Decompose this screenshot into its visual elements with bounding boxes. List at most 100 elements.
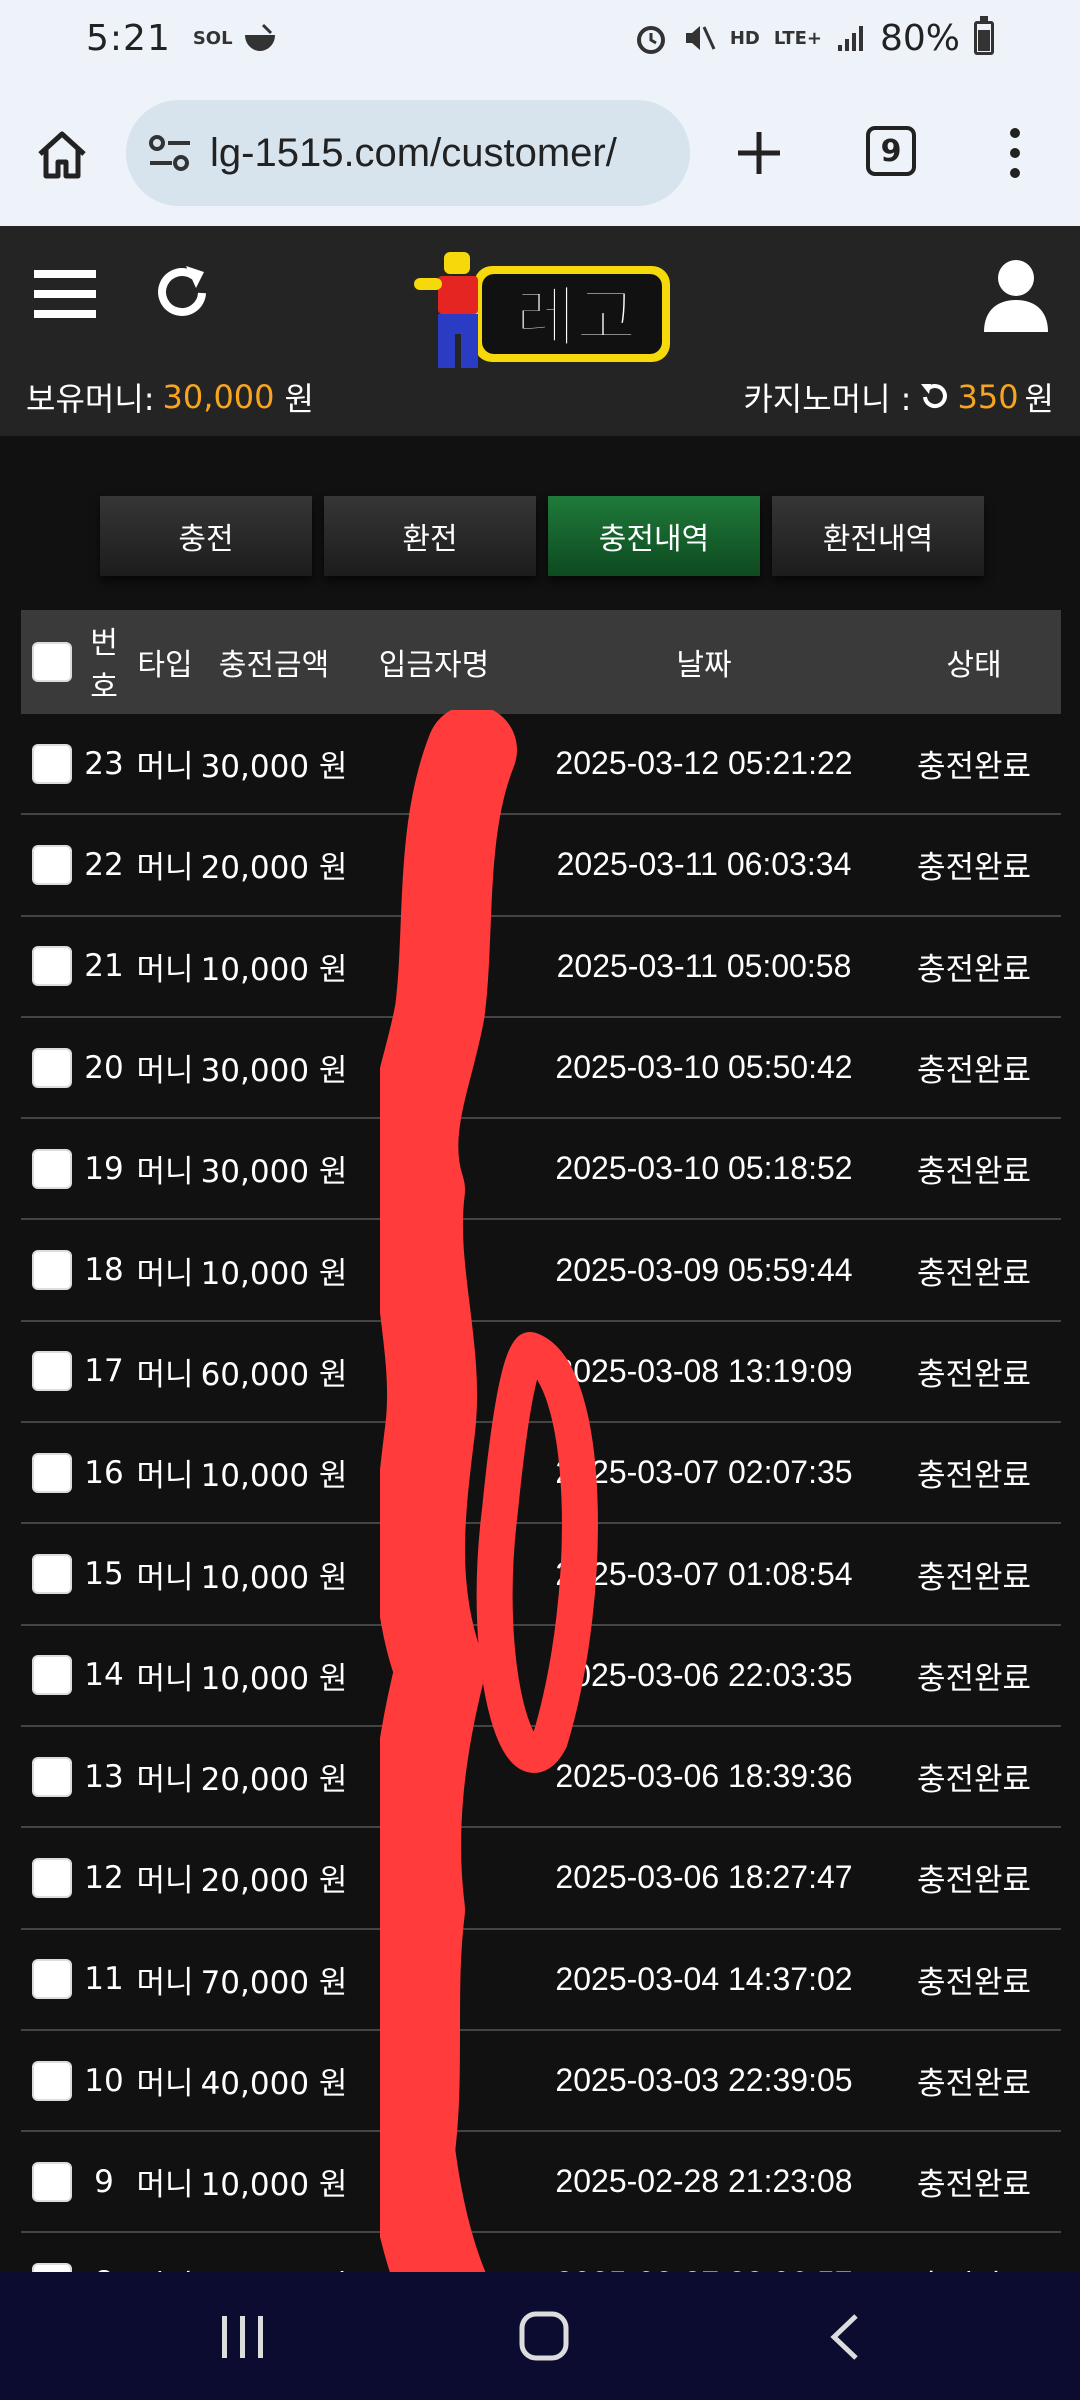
mute-icon	[682, 21, 716, 55]
row-amount: 30,000 원	[200, 749, 348, 786]
table-row[interactable]: 16 머니 10,000 원 2025-03-07 02:07:35 충전완료	[21, 1423, 1061, 1525]
tab-charge[interactable]: 충전	[100, 496, 312, 576]
food-app-icon	[243, 23, 277, 53]
table-row[interactable]: 14 머니 10,000 원 2025-03-06 22:03:35 충전완료	[21, 1626, 1061, 1727]
row-amount: 10,000 원	[200, 2167, 348, 2204]
row-no: 20	[84, 1049, 124, 1086]
table-row[interactable]: 21 머니 10,000 원 2025-03-11 05:00:58 충전완료	[21, 917, 1061, 1018]
more-menu-icon[interactable]	[1000, 126, 1030, 180]
row-checkbox[interactable]	[32, 1351, 72, 1392]
table-row[interactable]: 17 머니 60,000 원 2025-03-08 13:19:09 충전완료	[21, 1322, 1061, 1424]
row-checkbox[interactable]	[32, 1452, 72, 1493]
row-amount: 40,000 원	[200, 2066, 348, 2102]
table-row[interactable]: 10 머니 40,000 원 2025-03-03 22:39:05 충전완료	[21, 2031, 1061, 2133]
header-date: 날짜	[676, 648, 732, 683]
table-row[interactable]: 11 머니 70,000 원 2025-03-04 14:37:02 충전완료	[21, 1930, 1061, 2031]
row-no: 17	[84, 1353, 124, 1390]
alarm-icon	[634, 21, 668, 55]
table-row[interactable]: 12 머니 20,000 원 2025-03-06 18:27:47 충전완료	[21, 1828, 1061, 1930]
menu-icon[interactable]	[34, 266, 98, 322]
row-no: 23	[84, 745, 124, 782]
row-checkbox[interactable]	[32, 1047, 72, 1088]
row-amount: 30,000 원	[200, 1154, 348, 1191]
row-checkbox[interactable]	[32, 1857, 72, 1898]
site-settings-icon[interactable]	[148, 133, 192, 173]
row-checkbox[interactable]	[32, 1250, 72, 1291]
row-date: 2025-03-06 18:39:36	[555, 1758, 853, 1795]
balance-row: 보유머니: 30,000 원 카지노머니 : 350 원	[26, 372, 1054, 422]
select-all-checkbox[interactable]	[32, 642, 72, 682]
holding-money-value: 30,000	[162, 378, 275, 416]
row-date: 2025-02-28 21:23:08	[555, 2163, 853, 2200]
row-date: 2025-03-06 18:27:47	[555, 1859, 853, 1896]
home-nav-icon[interactable]	[518, 2310, 570, 2362]
row-amount: 30,000 원	[200, 1053, 348, 1090]
recent-apps-icon[interactable]	[218, 2314, 268, 2360]
row-type: 머니	[136, 1053, 194, 1090]
table-row[interactable]: 20 머니 30,000 원 2025-03-10 05:50:42 충전완료	[21, 1018, 1061, 1120]
row-status: 충전완료	[916, 1053, 1032, 1090]
row-checkbox[interactable]	[32, 2060, 72, 2101]
table-row[interactable]: 13 머니 20,000 원 2025-03-06 18:39:36 충전완료	[21, 1727, 1061, 1829]
row-checkbox[interactable]	[32, 1148, 72, 1189]
row-status: 충전완료	[916, 1863, 1032, 1900]
row-type: 머니	[136, 1356, 194, 1393]
row-type: 머니	[136, 1458, 194, 1495]
row-checkbox[interactable]	[32, 743, 72, 784]
header-amount: 충전금액	[218, 648, 330, 683]
user-account-icon[interactable]	[980, 256, 1052, 336]
row-no: 12	[84, 1859, 124, 1896]
row-checkbox[interactable]	[32, 1655, 72, 1696]
table-row[interactable]: 15 머니 10,000 원 2025-03-07 01:08:54 충전완료	[21, 1524, 1061, 1626]
row-type: 머니	[136, 2066, 194, 2102]
header-no: 번호	[90, 626, 118, 705]
casino-money-refresh-icon[interactable]	[917, 380, 951, 414]
row-amount: 10,000 원	[200, 1255, 348, 1292]
row-no: 14	[84, 1657, 124, 1694]
table-row[interactable]: 19 머니 30,000 원 2025-03-10 05:18:52 충전완료	[21, 1119, 1061, 1221]
row-checkbox[interactable]	[32, 946, 72, 987]
tab-switcher-button[interactable]: 9	[866, 126, 916, 176]
tab-charge-history[interactable]: 충전내역	[548, 496, 760, 576]
row-type: 머니	[136, 850, 194, 887]
row-amount: 60,000 원	[200, 1356, 348, 1393]
battery-percent: 80%	[879, 17, 960, 59]
table-row[interactable]: 23 머니 30,000 원 2025-03-12 05:21:22 충전완료	[21, 714, 1061, 816]
new-tab-icon[interactable]	[732, 126, 786, 180]
row-no: 16	[84, 1454, 124, 1491]
row-checkbox[interactable]	[32, 1756, 72, 1797]
row-checkbox[interactable]	[32, 844, 72, 885]
charge-history-table: 번호 타입 충전금액 입금자명 날짜 상태 23 머니 30,000 원 2025-0…	[21, 610, 1061, 2335]
tab-exchange-history[interactable]: 환전내역	[772, 496, 984, 576]
row-checkbox[interactable]	[32, 2161, 72, 2202]
refresh-icon[interactable]	[150, 260, 216, 326]
table-row[interactable]: 22 머니 20,000 원 2025-03-11 06:03:34 충전완료	[21, 815, 1061, 917]
system-nav-bar	[0, 2272, 1080, 2400]
address-bar[interactable]: lg-1515.com/customer/	[126, 100, 690, 206]
status-time: 5:21	[86, 17, 171, 59]
row-amount: 20,000 원	[200, 1762, 348, 1799]
row-date: 2025-03-04 14:37:02	[555, 1960, 853, 1997]
row-date: 2025-03-10 05:18:52	[555, 1150, 853, 1187]
row-checkbox[interactable]	[32, 1959, 72, 2000]
back-icon[interactable]	[826, 2312, 862, 2362]
header-type: 타입	[137, 648, 193, 683]
row-status: 충전완료	[916, 1255, 1032, 1292]
row-checkbox[interactable]	[32, 1554, 72, 1595]
casino-money-unit: 원	[1024, 380, 1054, 418]
row-type: 머니	[136, 1660, 194, 1697]
row-date: 2025-03-03 22:39:05	[555, 2062, 853, 2098]
table-row[interactable]: 18 머니 10,000 원 2025-03-09 05:59:44 충전완료	[21, 1220, 1061, 1322]
home-icon[interactable]	[34, 126, 90, 182]
site-logo[interactable]: 레고	[404, 244, 674, 372]
row-status: 충전완료	[916, 1660, 1032, 1697]
row-status: 충전완료	[916, 1458, 1032, 1495]
header-depositor: 입금자명	[378, 648, 490, 683]
holding-money-unit: 원	[284, 380, 314, 418]
cash-tabs: 충전 환전 충전내역 환전내역	[100, 496, 984, 576]
tab-exchange[interactable]: 환전	[324, 496, 536, 576]
row-no: 10	[84, 2062, 124, 2099]
row-date: 2025-03-12 05:21:22	[555, 745, 853, 782]
row-amount: 10,000 원	[200, 1458, 348, 1495]
table-row[interactable]: 9 머니 10,000 원 2025-02-28 21:23:08 충전완료	[21, 2132, 1061, 2234]
